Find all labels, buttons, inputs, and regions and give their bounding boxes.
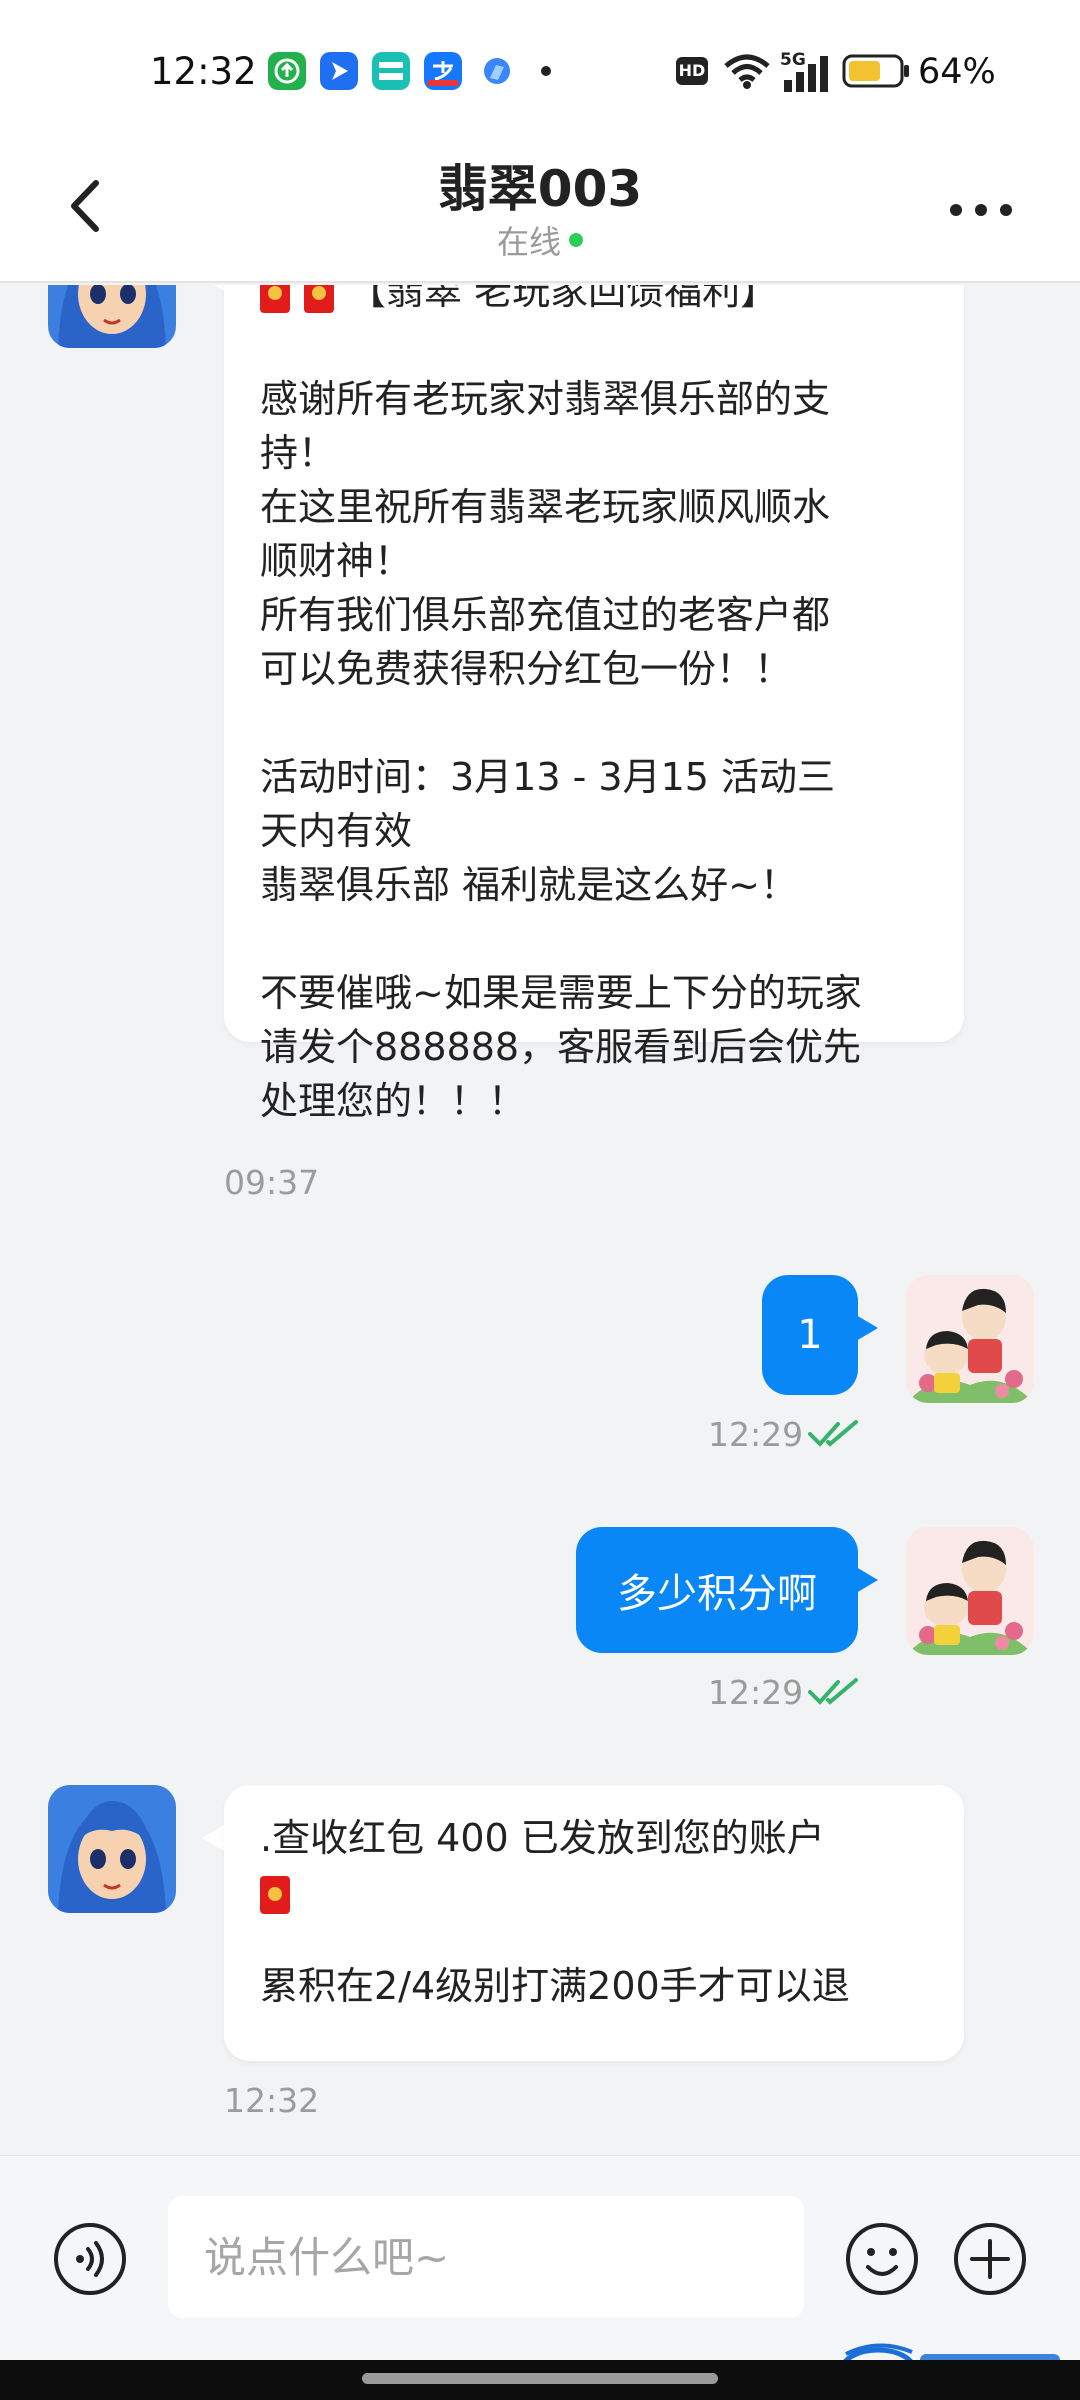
message-line: 持！ <box>260 431 337 475</box>
message-line: 不要催哦~如果是需要上下分的玩家 <box>260 971 862 1015</box>
input-bar <box>0 2155 1080 2360</box>
battery-icon <box>842 54 909 88</box>
message-line: 【翡翠 老玩家回馈福利】 <box>260 285 928 318</box>
message-line: 在这里祝所有翡翠老玩家顺风顺水 <box>260 485 831 529</box>
anime-girl-avatar-icon <box>48 285 176 348</box>
message-line: 活动时间：3月13 - 3月15 活动三 <box>260 755 836 799</box>
red-envelope-icon <box>304 285 334 313</box>
chat-header: 翡翠003 在线 <box>0 135 1080 283</box>
my-avatar[interactable] <box>906 1275 1034 1403</box>
message-text: 多少积分啊 <box>617 1571 817 1617</box>
message-line: 处理您的！！！ <box>260 1079 527 1123</box>
status-bar: 12:32 HD 5G 64% <box>0 0 1080 135</box>
message-line <box>260 1919 928 1959</box>
alipay-app-icon <box>424 52 462 90</box>
emoji-button[interactable] <box>844 2221 920 2297</box>
home-indicator[interactable] <box>362 2373 718 2384</box>
cartoon-avatar-icon <box>906 1275 1034 1403</box>
more-notifications-icon <box>541 66 551 76</box>
message-line <box>260 912 928 966</box>
cartoon-avatar-icon <box>906 1527 1034 1655</box>
message-line: 所有我们俱乐部充值过的老客户都 <box>260 593 831 637</box>
navigation-app-icon <box>320 52 358 90</box>
red-envelope-icon <box>260 1875 290 1914</box>
double-check-read-icon <box>808 1420 858 1447</box>
message-input[interactable] <box>168 2196 804 2318</box>
voice-button[interactable] <box>52 2221 128 2297</box>
bubble-tail <box>202 285 224 291</box>
hd-icon: HD <box>676 57 708 85</box>
contact-avatar[interactable] <box>48 285 176 348</box>
more-options-button[interactable] <box>946 190 1016 230</box>
outgoing-message-bubble[interactable]: 1 <box>762 1275 858 1395</box>
message-line: 顺财神！ <box>260 539 413 583</box>
message-line <box>260 696 928 750</box>
bubble-tail <box>202 1825 224 1851</box>
contact-avatar[interactable] <box>48 1785 176 1913</box>
voice-icon <box>54 2223 126 2295</box>
message-time: 12:32 <box>224 2081 320 2120</box>
bubble-tail <box>856 1567 878 1593</box>
battery-percent: 64% <box>918 52 996 92</box>
online-dot-icon <box>569 233 583 247</box>
incoming-message-bubble[interactable]: .查收红包 400 已发放到您的账户 累积在2/4级别打满200手才可以退 <box>224 1785 964 2061</box>
message-line: 请发个888888，客服看到后会优先 <box>260 1025 862 1069</box>
contact-status: 在线 <box>0 217 1080 263</box>
message-line: 天内有效 <box>260 809 413 853</box>
online-status-text: 在线 <box>496 223 561 261</box>
signal-icon <box>784 56 828 92</box>
message-line: .查收红包 400 已发放到您的账户 <box>260 1816 825 1860</box>
more-actions-button[interactable] <box>952 2221 1028 2297</box>
message-time: 12:29 <box>708 1415 804 1454</box>
emoji-icon <box>846 2223 918 2295</box>
message-time: 09:37 <box>224 1163 320 1202</box>
message-text: 【翡翠 老玩家回馈福利】 <box>348 285 779 313</box>
message-line: 翡翠俱乐部 福利就是这么好~！ <box>260 863 798 907</box>
message-text: 1 <box>797 1312 823 1358</box>
double-check-read-icon <box>808 1678 858 1705</box>
message-time: 12:29 <box>708 1673 804 1712</box>
message-line <box>260 318 928 372</box>
upload-app-icon <box>268 52 306 90</box>
message-line: 感谢所有老玩家对翡翠俱乐部的支 <box>260 377 831 421</box>
message-line: 可以免费获得积分红包一份！！ <box>260 647 793 691</box>
boss-app-icon <box>372 52 410 90</box>
more-dots-icon <box>950 204 1012 216</box>
bubble-tail <box>856 1315 878 1341</box>
red-envelope-icon <box>260 285 290 313</box>
chat-message-list[interactable]: 【翡翠 老玩家回馈福利】 感谢所有老玩家对翡翠俱乐部的支 持！ 在这里祝所有翡翠… <box>0 285 1080 2155</box>
plus-icon <box>954 2223 1026 2295</box>
my-avatar[interactable] <box>906 1527 1034 1655</box>
wifi-icon <box>724 54 770 89</box>
incoming-message-bubble[interactable]: 【翡翠 老玩家回馈福利】 感谢所有老玩家对翡翠俱乐部的支 持！ 在这里祝所有翡翠… <box>224 285 964 1123</box>
message-line <box>260 1865 928 1919</box>
message-line: 累积在2/4级别打满200手才可以退 <box>260 1964 850 2008</box>
outgoing-message-bubble[interactable]: 多少积分啊 <box>576 1527 858 1653</box>
anime-girl-avatar-icon <box>48 1785 176 1913</box>
status-time: 12:32 <box>150 50 257 93</box>
contact-name: 翡翠003 <box>437 160 643 218</box>
browser-app-icon <box>478 52 516 90</box>
